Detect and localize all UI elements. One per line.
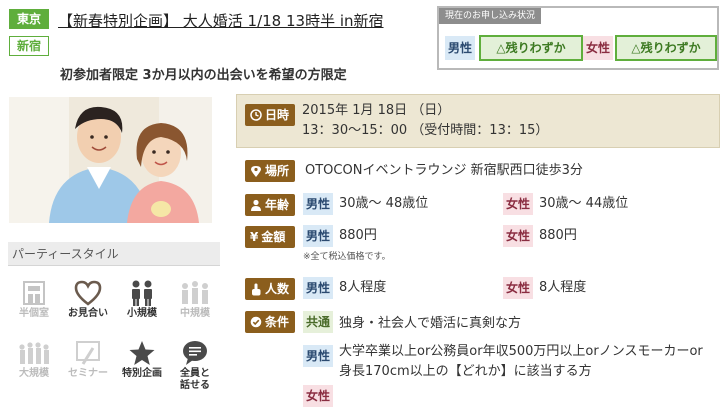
status-female-label: 女性: [583, 36, 613, 60]
party-style-label: お見合い: [68, 308, 108, 319]
count-label-text: 人数: [265, 282, 290, 296]
event-date: 2015年 1月 18日 （日）: [302, 103, 451, 118]
venue-text: OTOCONイベントラウンジ 新宿駅西口徒歩3分: [305, 163, 583, 178]
count-female-label: 女性: [503, 277, 533, 299]
party-style-label: 半個室: [19, 308, 49, 319]
count-male-label: 男性: [303, 277, 333, 299]
party-style-large-scale: 大規模: [10, 338, 58, 390]
count-label: 人数: [245, 278, 295, 300]
page-title[interactable]: 【新春特別企画】 大人婚活 1/18 13時半 in新宿: [58, 8, 426, 34]
price-female-label: 女性: [503, 225, 533, 247]
pointing-hand-icon: [252, 283, 261, 295]
status-male-label: 男性: [445, 36, 475, 60]
price-label-text: 金額: [261, 230, 286, 244]
datetime-label-text: 日時: [265, 108, 290, 122]
large-group-icon: [19, 342, 49, 364]
male-price: 880円: [339, 228, 377, 243]
conditions-label-text: 条件: [265, 315, 290, 329]
conditions-label: 条件: [245, 311, 295, 333]
age-label-text: 年齢: [265, 198, 290, 212]
price-male-label: 男性: [303, 225, 333, 247]
venue-label: 場所: [245, 160, 295, 182]
party-style-seminar: セミナー: [64, 338, 112, 390]
male-condition-line1: 大学卒業以上or公務員or年収500万円以上orノンスモーカーor: [339, 344, 703, 359]
female-age: 30歳〜 44歳位: [539, 196, 629, 211]
star-icon: [129, 341, 155, 365]
party-style-special: 特別企画: [118, 338, 166, 390]
venue-label-text: 場所: [265, 164, 290, 178]
medium-group-icon: [182, 281, 208, 304]
small-group-icon: [132, 280, 152, 306]
yen-icon: ¥: [250, 230, 259, 244]
male-count: 8人程度: [339, 280, 387, 295]
male-status-button[interactable]: △残りわずか: [479, 35, 583, 61]
party-style-talk-all: 全員と 話せる: [171, 338, 219, 391]
party-style-small-scale: 小規模: [118, 278, 166, 330]
cond-female-label: 女性: [303, 385, 333, 407]
check-circle-icon: [250, 316, 262, 328]
party-style-omiai: お見合い: [64, 278, 112, 330]
female-count: 8人程度: [539, 280, 587, 295]
area-tag[interactable]: 東京: [9, 9, 49, 29]
age-female-label: 女性: [503, 193, 533, 215]
chat-icon: [183, 341, 207, 365]
male-age: 30歳〜 48歳位: [339, 196, 429, 211]
party-style-label: 特別企画: [122, 368, 162, 379]
heart-icon: [74, 280, 102, 306]
party-style-heading: パーティースタイル: [8, 242, 220, 266]
female-status-button[interactable]: △残りわずか: [615, 35, 717, 61]
party-style-label: セミナー: [68, 368, 108, 379]
female-price: 880円: [539, 228, 577, 243]
party-style-label: 全員と 話せる: [180, 368, 210, 391]
age-male-label: 男性: [303, 193, 333, 215]
clock-icon: [250, 109, 262, 121]
datetime-label: 日時: [245, 104, 295, 126]
person-icon: [251, 199, 261, 211]
cond-male-label: 男性: [303, 345, 333, 367]
party-style-label: 中規模: [180, 308, 210, 319]
party-style-label: 大規模: [19, 368, 49, 379]
page-title-link[interactable]: 【新春特別企画】 大人婚活 1/18 13時半 in新宿: [58, 12, 384, 30]
station-tag[interactable]: 新宿: [9, 36, 49, 56]
price-note: ※全て税込価格です。: [303, 252, 391, 262]
common-label: 共通: [303, 311, 333, 333]
private-room-icon: [23, 281, 45, 305]
party-style-label: 小規模: [127, 308, 157, 319]
age-label: 年齢: [245, 194, 295, 216]
page-subtitle: 初参加者限定 3か月以内の出会いを希望の方限定: [60, 68, 347, 83]
couple-photo-illustration: [9, 97, 212, 223]
event-photo: [9, 97, 212, 223]
common-condition: 独身・社会人で婚活に真剣な方: [339, 316, 522, 331]
location-pin-icon: [251, 165, 261, 177]
party-style-medium-scale: 中規模: [171, 278, 219, 330]
seminar-icon: [76, 341, 100, 365]
event-time: 13：30〜15：00 （受付時間：13：15）: [302, 123, 549, 138]
application-status-box: 現在のお申し込み状況 男性 △残りわずか 女性 △残りわずか: [437, 6, 719, 70]
status-heading: 現在のお申し込み状況: [439, 8, 542, 24]
price-label: ¥ 金額: [245, 226, 295, 248]
party-style-private-room: 半個室: [10, 278, 58, 330]
male-condition-line2: 身長170cm以上の【どれか】に該当する方: [339, 364, 592, 379]
